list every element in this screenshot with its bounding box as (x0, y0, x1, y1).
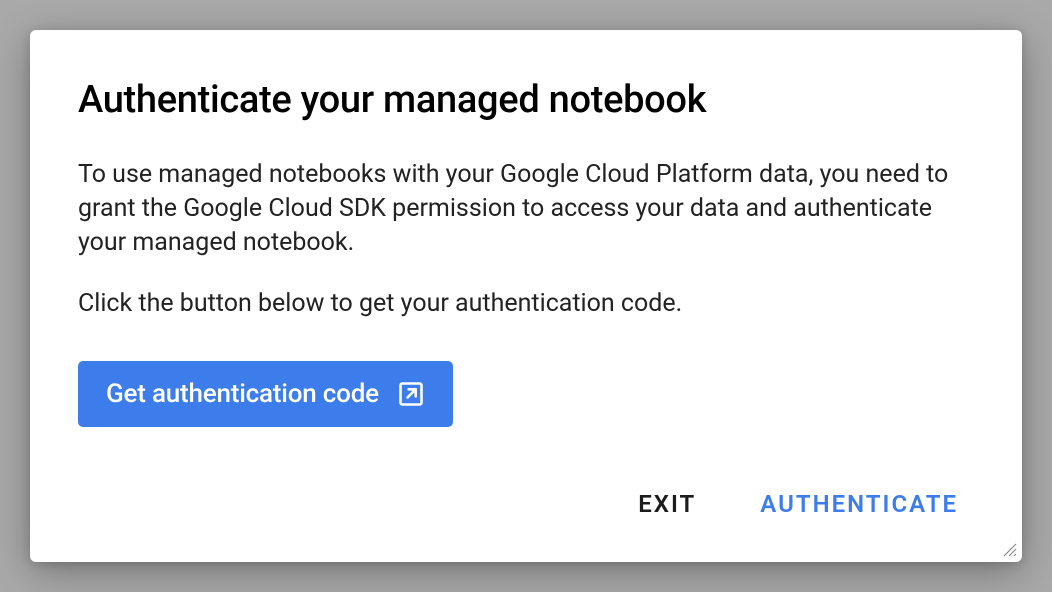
resize-handle-icon[interactable] (1001, 541, 1017, 557)
dialog-body: To use managed notebooks with your Googl… (78, 158, 974, 427)
dialog-paragraph-2: Click the button below to get your authe… (78, 287, 974, 321)
dialog-footer: EXIT AUTHENTICATE (78, 482, 974, 526)
open-in-new-icon (397, 380, 425, 408)
exit-button[interactable]: EXIT (634, 482, 700, 526)
get-auth-code-button[interactable]: Get authentication code (78, 361, 453, 427)
get-auth-code-label: Get authentication code (106, 379, 379, 409)
auth-dialog: Authenticate your managed notebook To us… (30, 30, 1022, 562)
authenticate-button[interactable]: AUTHENTICATE (756, 482, 962, 526)
dialog-paragraph-1: To use managed notebooks with your Googl… (78, 158, 974, 259)
dialog-title: Authenticate your managed notebook (78, 78, 974, 122)
